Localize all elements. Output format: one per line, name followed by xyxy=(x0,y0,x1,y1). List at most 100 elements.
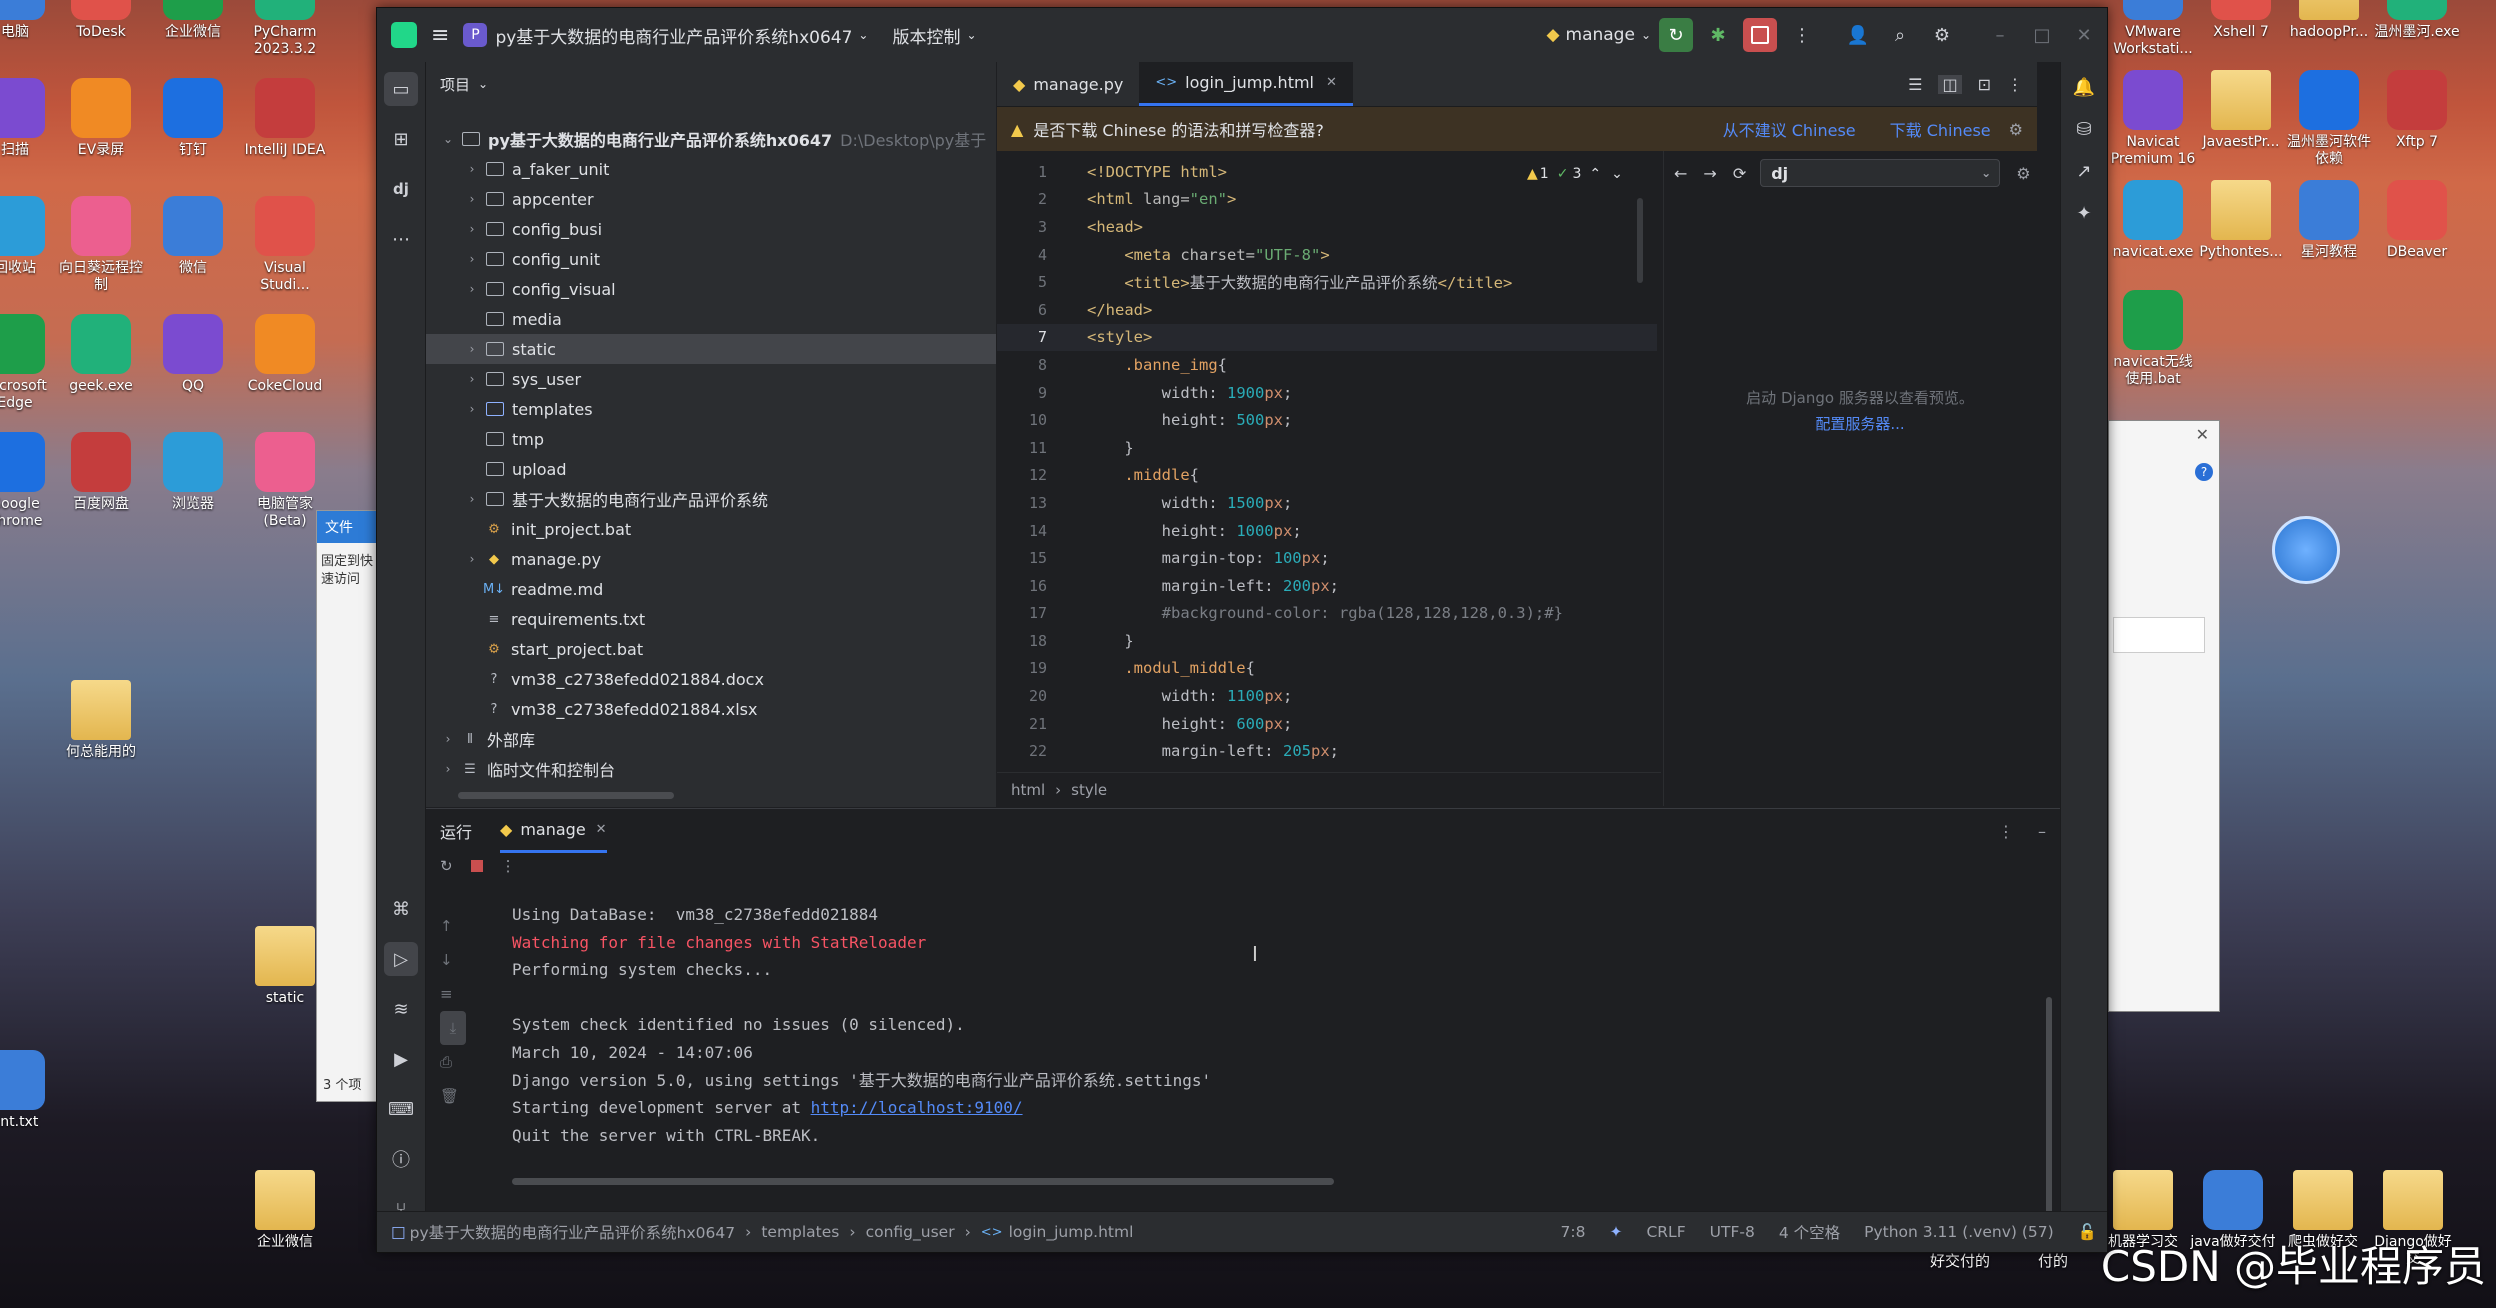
desktop-icon[interactable]: QQ xyxy=(148,314,238,395)
more-icon[interactable]: ⋮ xyxy=(501,857,516,875)
sciview-icon[interactable]: ↗ xyxy=(2067,154,2101,188)
code-line[interactable]: 13 width: 1500px; xyxy=(997,489,1657,517)
line-separator[interactable]: CRLF xyxy=(1646,1223,1685,1241)
console-vscrollbar[interactable] xyxy=(2046,997,2052,1223)
clear-icon[interactable]: 🗑 xyxy=(440,1079,476,1113)
code-line[interactable]: 14 height: 1000px; xyxy=(997,517,1657,545)
tree-item[interactable]: › config_unit xyxy=(426,244,996,274)
minimize-icon[interactable]: – xyxy=(1983,18,2017,52)
desktop-icon[interactable]: 钉钉 xyxy=(148,78,238,159)
tree-item[interactable]: › config_visual xyxy=(426,274,996,304)
desktop-icon[interactable]: navicat无线使用.bat xyxy=(2108,290,2198,388)
maximize-icon[interactable]: □ xyxy=(2025,18,2059,52)
tab-login-jump-html[interactable]: <> login_jump.html ✕ xyxy=(1139,62,1353,106)
banner-settings-icon[interactable]: ⚙ xyxy=(2009,120,2023,139)
project-tool-folder-icon[interactable]: ▭ xyxy=(384,72,418,106)
tree-item[interactable]: ? vm38_c2738efedd021884.xlsx xyxy=(426,694,996,724)
chevron-right-icon[interactable]: › xyxy=(464,492,480,506)
desktop-icon[interactable]: Pythontes... xyxy=(2196,180,2286,261)
code-line[interactable]: 12 .middle{ xyxy=(997,462,1657,490)
more-tabs-icon[interactable]: ⋮ xyxy=(2007,75,2023,94)
tree-item[interactable]: › ◆ manage.py xyxy=(426,544,996,574)
preview-only-icon[interactable]: ⊡ xyxy=(1978,75,1991,94)
desktop-icon[interactable]: VMware Workstati... xyxy=(2108,0,2198,58)
tree-item[interactable]: upload xyxy=(426,454,996,484)
status-path-3[interactable]: login_jump.html xyxy=(1009,1223,1134,1241)
stop-button[interactable] xyxy=(1743,18,1777,52)
desktop-icon[interactable]: Google Chrome xyxy=(0,432,60,530)
file-explorer-window[interactable]: 文件 固定到快速访问 3 个项 xyxy=(316,510,380,1102)
file-encoding[interactable]: UTF-8 xyxy=(1710,1223,1755,1241)
tree-item[interactable]: › config_busi xyxy=(426,214,996,244)
notifications-bell-icon[interactable]: 🔔 xyxy=(2067,70,2101,104)
ai-status-icon[interactable]: ✦ xyxy=(1609,1223,1622,1241)
chevron-right-icon[interactable]: › xyxy=(440,732,456,746)
desktop-icon[interactable]: Xftp 7 xyxy=(2372,70,2462,151)
django-icon[interactable]: dj xyxy=(384,172,418,206)
project-panel-header[interactable]: 项目 ⌄ xyxy=(426,62,996,106)
desktop-icon[interactable]: 温州墨河软件依赖 xyxy=(2284,70,2374,168)
code-line[interactable]: 2 <html lang="en"> xyxy=(997,186,1657,214)
status-path-2[interactable]: config_user xyxy=(866,1223,955,1241)
tree-item[interactable]: ≡ requirements.txt xyxy=(426,604,996,634)
project-switcher[interactable]: P py基于大数据的电商行业产品评价系统hx0647 ⌄ xyxy=(463,23,868,48)
desktop-icon[interactable]: 扫描 xyxy=(0,78,60,159)
status-path-0[interactable]: py基于大数据的电商行业产品评价系统hx0647 xyxy=(410,1221,735,1243)
chevron-right-icon[interactable]: › xyxy=(464,552,480,566)
close-tab-icon[interactable]: ✕ xyxy=(1326,75,1337,90)
reload-icon[interactable]: ⟳ xyxy=(1733,164,1746,183)
tree-item[interactable]: › sys_user xyxy=(426,364,996,394)
tree-item[interactable]: ⚙ init_project.bat xyxy=(426,514,996,544)
close-tab-icon[interactable]: ✕ xyxy=(596,822,607,837)
scroll-to-end-icon[interactable]: ⤓ xyxy=(440,1011,466,1045)
breadcrumb-style[interactable]: style xyxy=(1071,781,1107,799)
stop-icon[interactable] xyxy=(470,860,483,872)
tree-item[interactable]: tmp xyxy=(426,424,996,454)
rerun-icon[interactable]: ↻ xyxy=(440,857,453,875)
desktop-icon[interactable]: 企业微信 xyxy=(240,1170,330,1251)
desktop-icon[interactable]: JavaestPr... xyxy=(2196,70,2286,151)
back-arrow-icon[interactable]: ← xyxy=(1674,164,1687,183)
desktop-icon[interactable]: Xshell 7 xyxy=(2196,0,2286,41)
tree-item-scratches[interactable]: › ☰ 临时文件和控制台 xyxy=(426,754,996,784)
desktop-icon[interactable]: 浏览器 xyxy=(148,432,238,513)
chevron-right-icon[interactable]: › xyxy=(464,342,480,356)
chevron-down-icon[interactable]: ⌄ xyxy=(1981,166,1991,180)
code-line[interactable]: 3 <head> xyxy=(997,213,1657,241)
chevron-right-icon[interactable]: › xyxy=(464,372,480,386)
database-icon[interactable]: ⛁ xyxy=(2067,112,2101,146)
code-only-icon[interactable]: ☰ xyxy=(1908,75,1922,94)
chevron-right-icon[interactable]: › xyxy=(464,402,480,416)
terminal-icon[interactable]: ⌨ xyxy=(384,1092,418,1126)
split-view-icon[interactable]: ◫ xyxy=(1938,74,1962,94)
code-line[interactable]: 20 width: 1100px; xyxy=(997,682,1657,710)
tree-item-external[interactable]: › ⫴ 外部库 xyxy=(426,724,996,754)
run-options-icon[interactable]: ⋮ xyxy=(1998,822,2014,841)
tree-item[interactable]: media xyxy=(426,304,996,334)
desktop-icon[interactable]: Navicat Premium 16 xyxy=(2108,70,2198,168)
code-line[interactable]: 8 .banne_img{ xyxy=(997,351,1657,379)
horizontal-scrollbar[interactable] xyxy=(458,792,674,799)
tree-item[interactable]: › appcenter xyxy=(426,184,996,214)
desktop-icon[interactable]: DBeaver xyxy=(2372,180,2462,261)
more-tools-icon[interactable]: ⋯ xyxy=(384,222,418,256)
floating-dialog[interactable]: ✕ ? xyxy=(2108,420,2220,1012)
desktop-icon[interactable]: 何总能用的 xyxy=(56,680,146,761)
code-line[interactable]: 11 } xyxy=(997,434,1657,462)
desktop-icon[interactable]: 电脑 xyxy=(0,0,60,41)
tree-item[interactable]: ? vm38_c2738efedd021884.docx xyxy=(426,664,996,694)
preview-server-input[interactable]: dj ⌄ xyxy=(1760,159,2001,187)
lock-icon[interactable]: 🔓 xyxy=(2078,1223,2097,1241)
desktop-icon[interactable]: ToDesk xyxy=(56,0,146,41)
code-with-me-icon[interactable]: 👤 xyxy=(1841,18,1875,52)
server-url-link[interactable]: http://localhost:9100/ xyxy=(811,1098,1023,1117)
code-line[interactable]: 17 #background-color: rgba(128,128,128,0… xyxy=(997,600,1657,628)
search-icon[interactable]: ⌕ xyxy=(1883,18,1917,52)
desktop-icon[interactable]: EV录屏 xyxy=(56,78,146,159)
scroll-down-icon[interactable]: ↓ xyxy=(440,943,476,977)
code-line[interactable]: 18 } xyxy=(997,627,1657,655)
breadcrumb-html[interactable]: html xyxy=(1011,781,1045,799)
status-path-1[interactable]: templates xyxy=(761,1223,839,1241)
desktop-icon[interactable]: hadoopPr... xyxy=(2284,0,2374,41)
desktop-icon[interactable]: CokeCloud xyxy=(240,314,330,395)
